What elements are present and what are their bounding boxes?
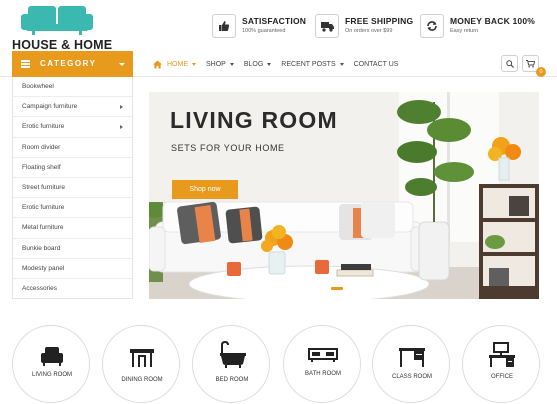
primary-menu: HOME SHOP BLOG RECENT POSTS CONTACT US (153, 51, 408, 77)
chevron-right-icon (120, 125, 123, 130)
category-item[interactable]: Modesty panel (13, 259, 132, 279)
nav-label: SHOP (206, 60, 226, 68)
category-item[interactable]: Campaign furniture (13, 97, 132, 118)
room-living-room[interactable]: LIVING ROOM (12, 325, 90, 403)
dining-table-icon (130, 349, 154, 367)
category-item[interactable]: Erotic furniture (13, 117, 132, 138)
main-navbar: CATEGORY HOME SHOP BLOG RECENT POSTS CON… (0, 51, 557, 77)
room-categories: LIVING ROOM DINING ROOM BED ROOM BATH RO… (0, 325, 557, 404)
nav-label: CONTACT US (353, 60, 399, 68)
feature-subtitle: Easy return (450, 28, 479, 34)
category-label: CATEGORY (40, 59, 97, 68)
category-item-label: Campaign furniture (22, 103, 78, 111)
category-item-label: Accessories (22, 284, 58, 292)
sofa-logo-icon (21, 6, 93, 35)
feature-title: SATISFACTION (242, 16, 307, 26)
hamburger-icon (21, 60, 30, 68)
category-sidebar: Bookwheel Campaign furniture Erotic furn… (12, 77, 133, 299)
room-office[interactable]: OFFICE (462, 325, 540, 403)
nav-label: HOME (167, 60, 188, 68)
chevron-down-icon (192, 62, 196, 66)
category-item[interactable]: Bunkie board (13, 239, 132, 259)
room-label: CLASS ROOM (391, 374, 432, 380)
tv-stand-icon (308, 348, 338, 362)
category-item[interactable]: Floating shelf (13, 158, 132, 178)
category-item[interactable]: Bookwheel (13, 77, 132, 98)
feature-subtitle: 100% guaranteed (242, 28, 286, 34)
room-label: DINING ROOM (121, 377, 163, 383)
category-item[interactable]: Accessories (13, 279, 132, 299)
office-desk-icon (489, 342, 515, 367)
room-label: BATH ROOM (305, 371, 341, 377)
category-item-label: Bookwheel (22, 83, 54, 90)
category-item-label: Street furniture (22, 183, 65, 191)
room-bed-room[interactable]: BED ROOM (192, 325, 270, 403)
feature-title: MONEY BACK 100% (450, 16, 536, 26)
banner-subtitle: SETS FOR YOUR HOME (171, 143, 285, 153)
category-item[interactable]: Room divider (13, 138, 132, 158)
nav-label: BLOG (243, 60, 264, 68)
feature-title: FREE SHIPPING (345, 16, 414, 26)
feature-subtitle: On orders over $99 (345, 28, 393, 34)
thumbs-up-icon (212, 14, 236, 38)
refresh-icon (420, 14, 444, 38)
nav-label: RECENT POSTS (281, 60, 336, 68)
slider-indicator[interactable] (331, 287, 343, 290)
category-item-label: Metal furniture (22, 224, 64, 232)
category-item-label: Floating shelf (22, 163, 61, 171)
room-class-room[interactable]: CLASS ROOM (372, 325, 450, 403)
category-toggle[interactable]: CATEGORY (12, 51, 133, 77)
cart-count-badge: 0 (536, 67, 546, 77)
nav-contact-us[interactable]: CONTACT US (354, 61, 399, 68)
category-item[interactable]: Erotic furniture (13, 198, 132, 219)
chevron-down-icon (339, 62, 344, 66)
cart-icon (526, 59, 535, 68)
desk-icon (399, 348, 425, 367)
home-icon (153, 59, 162, 69)
category-item-label: Room divider (22, 143, 61, 151)
chevron-down-icon (267, 62, 272, 66)
chevron-right-icon (120, 105, 123, 110)
shop-now-button[interactable]: Shop now (172, 180, 238, 199)
hero-banner[interactable]: LIVING ROOM SETS FOR YOUR HOME Shop now (149, 92, 539, 299)
category-item-label: Bunkie board (22, 244, 61, 252)
chevron-down-icon (229, 62, 234, 66)
category-item-label: Erotic furniture (22, 204, 65, 212)
search-button[interactable] (501, 55, 518, 72)
armchair-icon (41, 347, 63, 366)
category-item-label: Erotic furniture (22, 123, 65, 131)
room-label: LIVING ROOM (31, 372, 72, 378)
room-label: OFFICE (491, 374, 513, 380)
nav-blog[interactable]: BLOG (243, 60, 272, 68)
nav-home[interactable]: HOME (153, 59, 196, 69)
room-bath-room[interactable]: BATH ROOM (283, 325, 361, 403)
site-header: HOUSE & HOME SATISFACTION 100% guarantee… (0, 0, 557, 52)
bathtub-icon (220, 341, 246, 368)
nav-recent-posts[interactable]: RECENT POSTS (281, 60, 344, 68)
logo[interactable]: HOUSE & HOME (10, 4, 113, 52)
category-item-label: Modesty panel (22, 264, 65, 272)
search-icon (505, 59, 514, 68)
banner-title: LIVING ROOM (170, 107, 338, 133)
room-dining-room[interactable]: DINING ROOM (102, 325, 180, 403)
brand-name: HOUSE & HOME (12, 38, 113, 52)
category-item[interactable]: Metal furniture (13, 218, 132, 239)
nav-shop[interactable]: SHOP (206, 61, 234, 68)
chevron-down-icon (119, 63, 125, 66)
room-label: BED ROOM (215, 377, 249, 383)
category-item[interactable]: Street furniture (13, 178, 132, 199)
truck-icon (315, 14, 339, 38)
